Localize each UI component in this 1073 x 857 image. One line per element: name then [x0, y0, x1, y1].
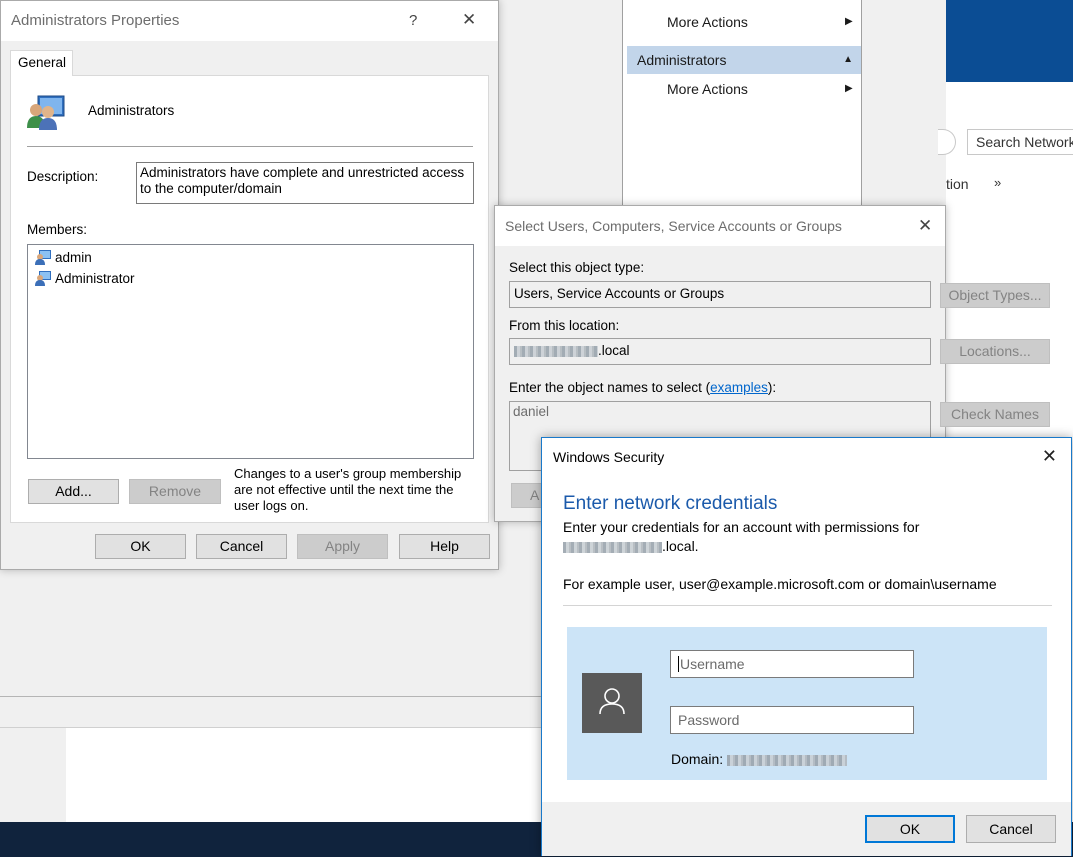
administrators-properties-dialog: Administrators Properties ? ✕ General Ad… — [0, 0, 499, 570]
location-label: From this location: — [509, 318, 620, 333]
username-format-example: For example user, user@example.microsoft… — [563, 576, 997, 592]
domain-suffix: .local. — [662, 538, 699, 554]
help-icon[interactable]: ? — [409, 12, 417, 29]
membership-note: Changes to a user's group membership are… — [234, 466, 461, 514]
divider — [0, 696, 560, 697]
dialog-title: Windows Security — [553, 449, 665, 465]
examples-link[interactable]: examples — [710, 380, 768, 395]
group-icon — [27, 95, 65, 130]
list-item[interactable]: admin — [34, 249, 92, 265]
credential-tile: Username Password Domain: — [567, 627, 1047, 780]
group-name: Administrators — [88, 103, 175, 118]
apply-button[interactable]: Apply — [297, 534, 388, 559]
more-chevron-icon[interactable]: » — [994, 175, 1001, 190]
submenu-arrow-icon: ▶ — [845, 83, 853, 94]
dialog-title: Select Users, Computers, Service Account… — [505, 218, 842, 234]
cancel-button[interactable]: Cancel — [196, 534, 287, 559]
description-label: Description: — [27, 169, 99, 184]
credentials-heading: Enter network credentials — [563, 493, 778, 514]
ribbon-tab-fragment[interactable]: tion — [946, 176, 969, 192]
windows-security-dialog: Windows Security ✕ Enter network credent… — [541, 437, 1072, 856]
username-input[interactable]: Username — [670, 650, 914, 678]
close-icon[interactable]: ✕ — [918, 216, 932, 236]
user-icon — [35, 250, 51, 265]
actions-pane: More Actions ▶ Administrators ▲ More Act… — [622, 0, 862, 210]
credentials-domain-line: .local. — [563, 538, 699, 554]
object-type-field: Users, Service Accounts or Groups — [509, 281, 931, 308]
label-text: Enter the object names to select ( — [509, 380, 711, 395]
object-type-label: Select this object type: — [509, 260, 645, 275]
description-line: Administrators have complete and unrestr… — [140, 165, 465, 180]
search-input[interactable]: Search Network — [967, 129, 1073, 155]
user-icon — [599, 688, 625, 715]
member-name: admin — [55, 250, 92, 265]
members-list[interactable]: admin Administrator — [27, 244, 474, 459]
location-field: .local — [509, 338, 931, 365]
divider — [27, 146, 473, 147]
actions-header-administrators[interactable]: Administrators ▲ — [627, 46, 861, 74]
close-icon[interactable]: ✕ — [1042, 446, 1057, 467]
list-item[interactable]: Administrator — [34, 270, 135, 286]
location-suffix: .local — [598, 343, 630, 358]
redacted-domain — [514, 345, 598, 357]
add-button[interactable]: Add... — [28, 479, 119, 504]
note-line: user logs on. — [234, 498, 309, 513]
more-actions-item[interactable]: More Actions ▶ — [667, 14, 853, 30]
domain-row: Domain: — [671, 751, 848, 767]
title-bar: Administrators Properties ? ✕ — [1, 1, 498, 41]
note-line: are not effective until the next time th… — [234, 482, 454, 497]
tab-general[interactable]: General — [10, 50, 73, 76]
label-text: ): — [767, 380, 777, 395]
divider — [563, 605, 1052, 606]
submenu-arrow-icon: ▶ — [845, 16, 853, 27]
collapse-arrow-icon: ▲ — [843, 54, 853, 65]
check-names-button[interactable]: Check Names — [940, 402, 1050, 427]
object-names-label: Enter the object names to select (exampl… — [509, 380, 776, 395]
avatar — [582, 673, 642, 733]
more-actions-label: More Actions — [667, 81, 748, 97]
more-actions-item[interactable]: More Actions ▶ — [667, 81, 853, 97]
locations-button[interactable]: Locations... — [940, 339, 1050, 364]
domain-label: Domain: — [671, 751, 724, 767]
username-placeholder: Username — [680, 656, 745, 672]
credentials-instructions: Enter your credentials for an account wi… — [563, 519, 920, 535]
cancel-button[interactable]: Cancel — [966, 815, 1056, 843]
title-bar: Select Users, Computers, Service Account… — [495, 206, 945, 246]
desktop-background — [946, 0, 1073, 82]
dialog-title: Administrators Properties — [11, 12, 180, 29]
ok-button[interactable]: OK — [95, 534, 186, 559]
redacted-domain — [727, 754, 848, 766]
redacted-domain — [563, 541, 662, 553]
description-line: to the computer/domain — [140, 181, 282, 196]
more-actions-label: More Actions — [667, 14, 748, 30]
close-icon[interactable]: ✕ — [462, 10, 476, 30]
user-icon — [35, 271, 51, 286]
password-input[interactable]: Password — [670, 706, 914, 734]
text-cursor — [678, 656, 679, 672]
object-types-button[interactable]: Object Types... — [940, 283, 1050, 308]
remove-button[interactable]: Remove — [129, 479, 221, 504]
note-line: Changes to a user's group membership — [234, 466, 462, 481]
description-field[interactable]: Administrators have complete and unrestr… — [136, 162, 474, 204]
members-label: Members: — [27, 222, 88, 237]
ok-button[interactable]: OK — [865, 815, 955, 843]
help-button[interactable]: Help — [399, 534, 490, 559]
actions-header-label: Administrators — [637, 52, 727, 68]
member-name: Administrator — [55, 271, 135, 286]
